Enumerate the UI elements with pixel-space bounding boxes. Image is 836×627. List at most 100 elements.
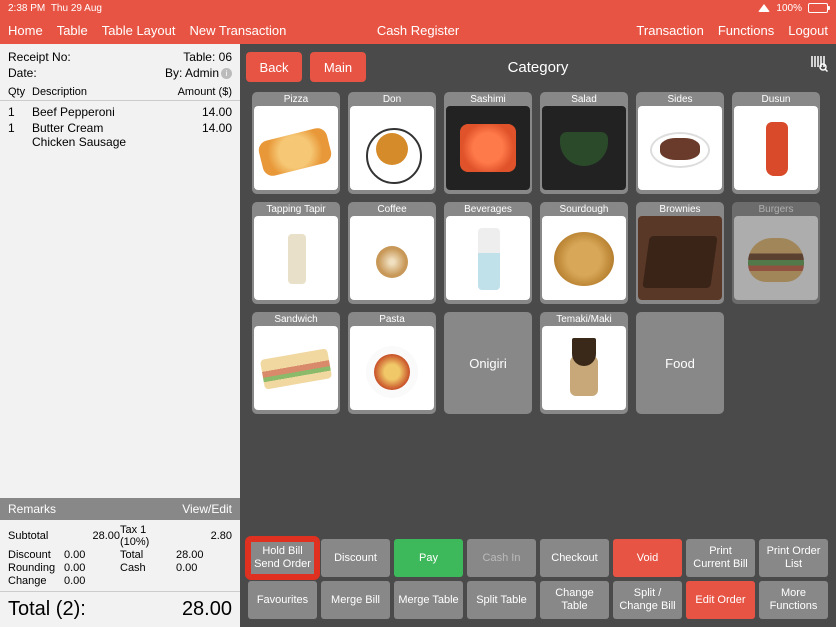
total-label: Total [120,549,176,561]
rounding-value: 0.00 [64,562,120,574]
cash-value: 0.00 [176,562,232,574]
discount-value: 0.00 [64,549,120,561]
category-label: Temaki/Maki [556,312,612,326]
action-hold-bill-send-order[interactable]: Hold Bill Send Order [248,539,317,577]
category-label: Sides [667,92,692,106]
action-split-table[interactable]: Split Table [467,581,536,619]
nav-functions[interactable]: Functions [718,23,774,38]
category-food[interactable]: Food [636,312,724,414]
category-image [734,216,818,300]
battery-icon [808,3,828,13]
action-split-change-bill[interactable]: Split / Change Bill [613,581,682,619]
category-label: Brownies [659,202,700,216]
nav-home[interactable]: Home [8,23,43,38]
tax-label: Tax 1 (10%) [120,524,176,548]
wifi-icon [758,4,770,12]
nav-logout[interactable]: Logout [788,23,828,38]
category-title: Category [508,59,569,76]
action-merge-bill[interactable]: Merge Bill [321,581,390,619]
nav-title: Cash Register [377,23,459,38]
category-image [446,216,530,300]
receipt-item[interactable]: 1Beef Pepperoni14.00 [8,105,232,119]
receipt-items: 1Beef Pepperoni14.00 1Butter CreamChicken… [0,101,240,498]
col-qty: Qty [8,86,32,98]
nav-table[interactable]: Table [57,23,88,38]
category-label: Coffee [377,202,406,216]
category-image [350,106,434,190]
action-checkout[interactable]: Checkout [540,539,609,577]
nav-bar: Home Table Table Layout New Transaction … [0,16,836,44]
action-print-current-bill[interactable]: Print Current Bill [686,539,755,577]
main-button[interactable]: Main [310,52,366,82]
category-sourdough[interactable]: Sourdough [540,202,628,304]
action-edit-order[interactable]: Edit Order [686,581,755,619]
status-bar: 2:38 PM Thu 29 Aug 100% [0,0,836,16]
category-beverages[interactable]: Beverages [444,202,532,304]
by-label: By: [165,66,182,80]
viewedit-link[interactable]: View/Edit [182,502,232,516]
category-image [542,326,626,410]
category-brownies[interactable]: Brownies [636,202,724,304]
category-label: Sourdough [560,202,609,216]
category-salad[interactable]: Salad [540,92,628,194]
category-dusun[interactable]: Dusun [732,92,820,194]
action-favourites[interactable]: Favourites [248,581,317,619]
category-pasta[interactable]: Pasta [348,312,436,414]
subtotal-value: 28.00 [64,530,120,542]
status-time: 2:38 PM [8,3,45,14]
category-image [350,216,434,300]
category-sandwich[interactable]: Sandwich [252,312,340,414]
rounding-label: Rounding [8,562,64,574]
action-more-functions[interactable]: More Functions [759,581,828,619]
by-value: Admin [185,66,219,80]
category-sashimi[interactable]: Sashimi [444,92,532,194]
category-label: Salad [571,92,597,106]
battery-pct: 100% [776,3,802,14]
category-label: Sashimi [470,92,506,106]
category-label: Dusun [762,92,791,106]
action-pay[interactable]: Pay [394,539,463,577]
category-coffee[interactable]: Coffee [348,202,436,304]
action-change-table[interactable]: Change Table [540,581,609,619]
category-image [254,326,338,410]
action-void[interactable]: Void [613,539,682,577]
nav-transaction[interactable]: Transaction [636,23,703,38]
category-burgers[interactable]: Burgers [732,202,820,304]
discount-label: Discount [8,549,64,561]
category-tapping-tapir[interactable]: Tapping Tapir [252,202,340,304]
category-label: Tapping Tapir [266,202,325,216]
tax-value: 2.80 [176,530,232,542]
subtotal-label: Subtotal [8,530,64,542]
category-don[interactable]: Don [348,92,436,194]
receipt-panel: Receipt No: Table: 06 Date: By: Admini Q… [0,44,240,627]
category-pizza[interactable]: Pizza [252,92,340,194]
actions-grid: Hold Bill Send OrderDiscountPayCash InCh… [246,537,830,621]
date-label: Date: [8,66,37,80]
action-discount[interactable]: Discount [321,539,390,577]
category-label: Sandwich [274,312,317,326]
back-button[interactable]: Back [246,52,302,82]
action-print-order-list[interactable]: Print Order List [759,539,828,577]
category-image [350,326,434,410]
col-desc: Description [32,86,162,98]
category-temaki-maki[interactable]: Temaki/Maki [540,312,628,414]
col-amount: Amount ($) [162,86,232,98]
category-image [542,216,626,300]
action-cash-in[interactable]: Cash In [467,539,536,577]
cash-label: Cash [120,562,176,574]
receipt-item[interactable]: 1Butter CreamChicken Sausage14.00 [8,121,232,149]
info-icon[interactable]: i [221,68,232,79]
nav-new-transaction[interactable]: New Transaction [190,23,287,38]
nav-table-layout[interactable]: Table Layout [102,23,176,38]
category-image [254,216,338,300]
category-image [446,106,530,190]
grand-total-value: 28.00 [182,598,232,621]
category-image [734,106,818,190]
category-onigiri[interactable]: Onigiri [444,312,532,414]
category-label: Pizza [284,92,308,106]
total-value: 28.00 [176,549,232,561]
category-sides[interactable]: Sides [636,92,724,194]
action-merge-table[interactable]: Merge Table [394,581,463,619]
remarks-label[interactable]: Remarks [8,502,56,516]
barcode-scan-icon[interactable] [810,54,828,72]
